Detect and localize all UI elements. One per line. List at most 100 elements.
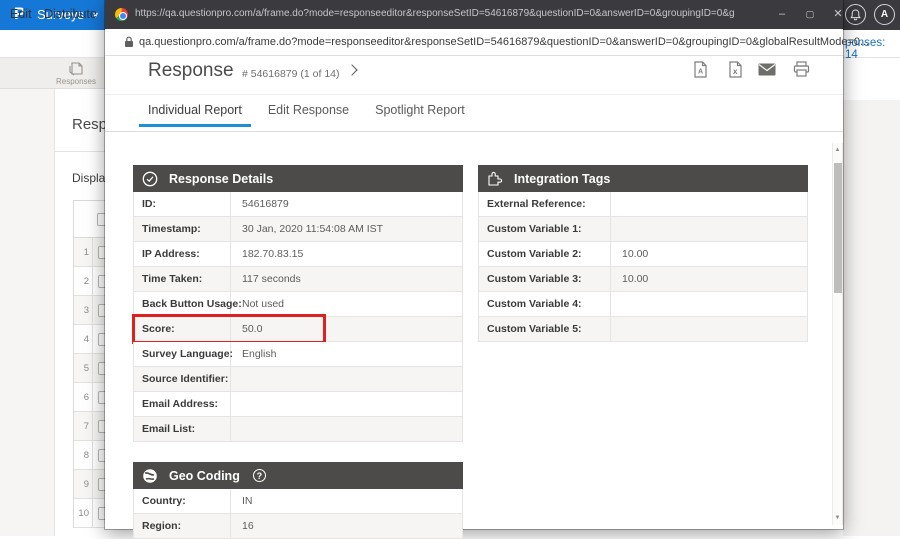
header-right-strip: A bbox=[843, 0, 900, 30]
row-number: 2 bbox=[74, 267, 92, 295]
detail-row: Email Address: bbox=[133, 392, 463, 417]
section-title: Geo Coding bbox=[169, 469, 240, 483]
integration-tags-rows: External Reference: Custom Variable 1: C… bbox=[478, 192, 808, 342]
geo-coding-rows: Country: IN Region: 16 bbox=[133, 489, 463, 539]
detail-value: 10.00 bbox=[611, 267, 807, 291]
detail-label: Custom Variable 4: bbox=[479, 292, 611, 316]
detail-value: 117 seconds bbox=[231, 267, 462, 291]
modal-title: Response bbox=[148, 60, 234, 82]
detail-label: Custom Variable 5: bbox=[479, 317, 611, 341]
scrollbar-thumb[interactable] bbox=[834, 163, 842, 293]
detail-label: Custom Variable 1: bbox=[479, 217, 611, 241]
detail-value bbox=[611, 292, 807, 316]
detail-label: Score: bbox=[134, 317, 231, 341]
envelope-icon bbox=[758, 63, 776, 76]
export-excel-button[interactable]: x bbox=[725, 60, 745, 78]
report-tab[interactable]: Edit Response bbox=[268, 103, 349, 127]
geo-coding-header: Geo Coding ? bbox=[133, 462, 463, 489]
cell-divider bbox=[92, 325, 93, 353]
maximize-button[interactable]: ▢ bbox=[799, 6, 821, 23]
detail-value bbox=[231, 417, 462, 441]
detail-row: Survey Language: English bbox=[133, 342, 463, 367]
detail-row: ID: 54616879 bbox=[133, 192, 463, 217]
detail-row: Country: IN bbox=[133, 489, 463, 514]
detail-label: Timestamp: bbox=[134, 217, 231, 241]
print-button[interactable] bbox=[791, 60, 811, 78]
detail-row: Custom Variable 4: bbox=[478, 292, 808, 317]
toolbar-responses-button[interactable]: Responses bbox=[47, 59, 105, 88]
cell-divider bbox=[92, 383, 93, 411]
response-reference: # 54616879 (1 of 14) bbox=[242, 68, 340, 80]
response-details-panel: Response Details ID: 54616879 Timestamp:… bbox=[133, 165, 463, 442]
svg-text:x: x bbox=[733, 67, 738, 76]
cell-divider bbox=[92, 296, 93, 324]
detail-value: 16 bbox=[231, 514, 462, 538]
lock-icon bbox=[124, 36, 134, 48]
nav-item-distribute[interactable]: Distribute bbox=[44, 7, 97, 21]
minimize-button[interactable]: – bbox=[771, 6, 793, 23]
detail-label: Email Address: bbox=[134, 392, 231, 416]
pdf-icon: A bbox=[693, 61, 708, 78]
section-title: Response Details bbox=[169, 172, 273, 186]
detail-value bbox=[231, 392, 462, 416]
help-icon[interactable]: ? bbox=[253, 469, 266, 482]
section-title: Integration Tags bbox=[514, 172, 610, 186]
detail-row: Custom Variable 5: bbox=[478, 317, 808, 342]
detail-value: 182.70.83.15 bbox=[231, 242, 462, 266]
export-pdf-button[interactable]: A bbox=[690, 60, 710, 78]
scroll-up-arrow[interactable]: ▲ bbox=[833, 147, 842, 153]
detail-row: IP Address: 182.70.83.15 bbox=[133, 242, 463, 267]
row-number: 10 bbox=[74, 499, 92, 527]
detail-label: Back Button Usage: bbox=[134, 292, 231, 316]
avatar-letter: A bbox=[881, 9, 888, 20]
print-icon bbox=[793, 61, 810, 77]
detail-row: Custom Variable 1: bbox=[478, 217, 808, 242]
detail-value: 30 Jan, 2020 11:54:08 AM IST bbox=[231, 217, 462, 241]
detail-value: Not used bbox=[231, 292, 462, 316]
detail-label: Time Taken: bbox=[134, 267, 231, 291]
row-number: 4 bbox=[74, 325, 92, 353]
detail-label: Survey Language: bbox=[134, 342, 231, 366]
detail-label: ID: bbox=[134, 192, 231, 216]
row-number: 1 bbox=[74, 238, 92, 266]
detail-value bbox=[231, 367, 462, 391]
response-position: (1 of 14) bbox=[300, 68, 339, 80]
cell-divider bbox=[92, 267, 93, 295]
report-tabs: Individual Report Edit Response Spotlight … bbox=[148, 103, 465, 127]
row-number: 8 bbox=[74, 441, 92, 469]
window-titlebar[interactable]: https://qa.questionpro.com/a/frame.do?mo… bbox=[105, 0, 843, 29]
detail-row: Timestamp: 30 Jan, 2020 11:54:08 AM IST bbox=[133, 217, 463, 242]
account-avatar[interactable]: A bbox=[874, 4, 895, 25]
cell-divider bbox=[92, 354, 93, 382]
report-tab[interactable]: Individual Report bbox=[148, 103, 242, 127]
detail-value: IN bbox=[231, 489, 462, 513]
next-response-button[interactable] bbox=[346, 64, 357, 75]
detail-label: Email List: bbox=[134, 417, 231, 441]
detail-label: IP Address: bbox=[134, 242, 231, 266]
detail-label: Custom Variable 2: bbox=[479, 242, 611, 266]
close-button[interactable]: ✕ bbox=[827, 6, 849, 23]
page-right-margin bbox=[843, 100, 900, 536]
email-response-button[interactable] bbox=[757, 60, 777, 78]
detail-label: Source Identifier: bbox=[134, 367, 231, 391]
detail-row: Score: 50.0 bbox=[133, 317, 463, 342]
response-editor-window: https://qa.questionpro.com/a/frame.do?mo… bbox=[105, 0, 843, 529]
row-number: 3 bbox=[74, 296, 92, 324]
cell-divider bbox=[92, 470, 93, 498]
detail-value: English bbox=[231, 342, 462, 366]
detail-value bbox=[611, 192, 807, 216]
detail-label: Region: bbox=[134, 514, 231, 538]
report-tab[interactable]: Spotlight Report bbox=[375, 103, 465, 127]
nav-item-edit[interactable]: Edit bbox=[10, 7, 32, 21]
globe-icon bbox=[142, 468, 158, 484]
detail-label: Custom Variable 3: bbox=[479, 267, 611, 291]
excel-icon: x bbox=[728, 61, 743, 78]
integration-tags-header: Integration Tags bbox=[478, 165, 808, 192]
scroll-down-arrow[interactable]: ▼ bbox=[833, 515, 842, 521]
divider bbox=[105, 94, 843, 95]
detail-label: External Reference: bbox=[479, 192, 611, 216]
geo-coding-panel: Geo Coding ? Country: IN Region: 16 bbox=[133, 462, 463, 539]
detail-row: Time Taken: 117 seconds bbox=[133, 267, 463, 292]
detail-row: External Reference: bbox=[478, 192, 808, 217]
vertical-scrollbar[interactable]: ▲ ▼ bbox=[832, 143, 843, 525]
